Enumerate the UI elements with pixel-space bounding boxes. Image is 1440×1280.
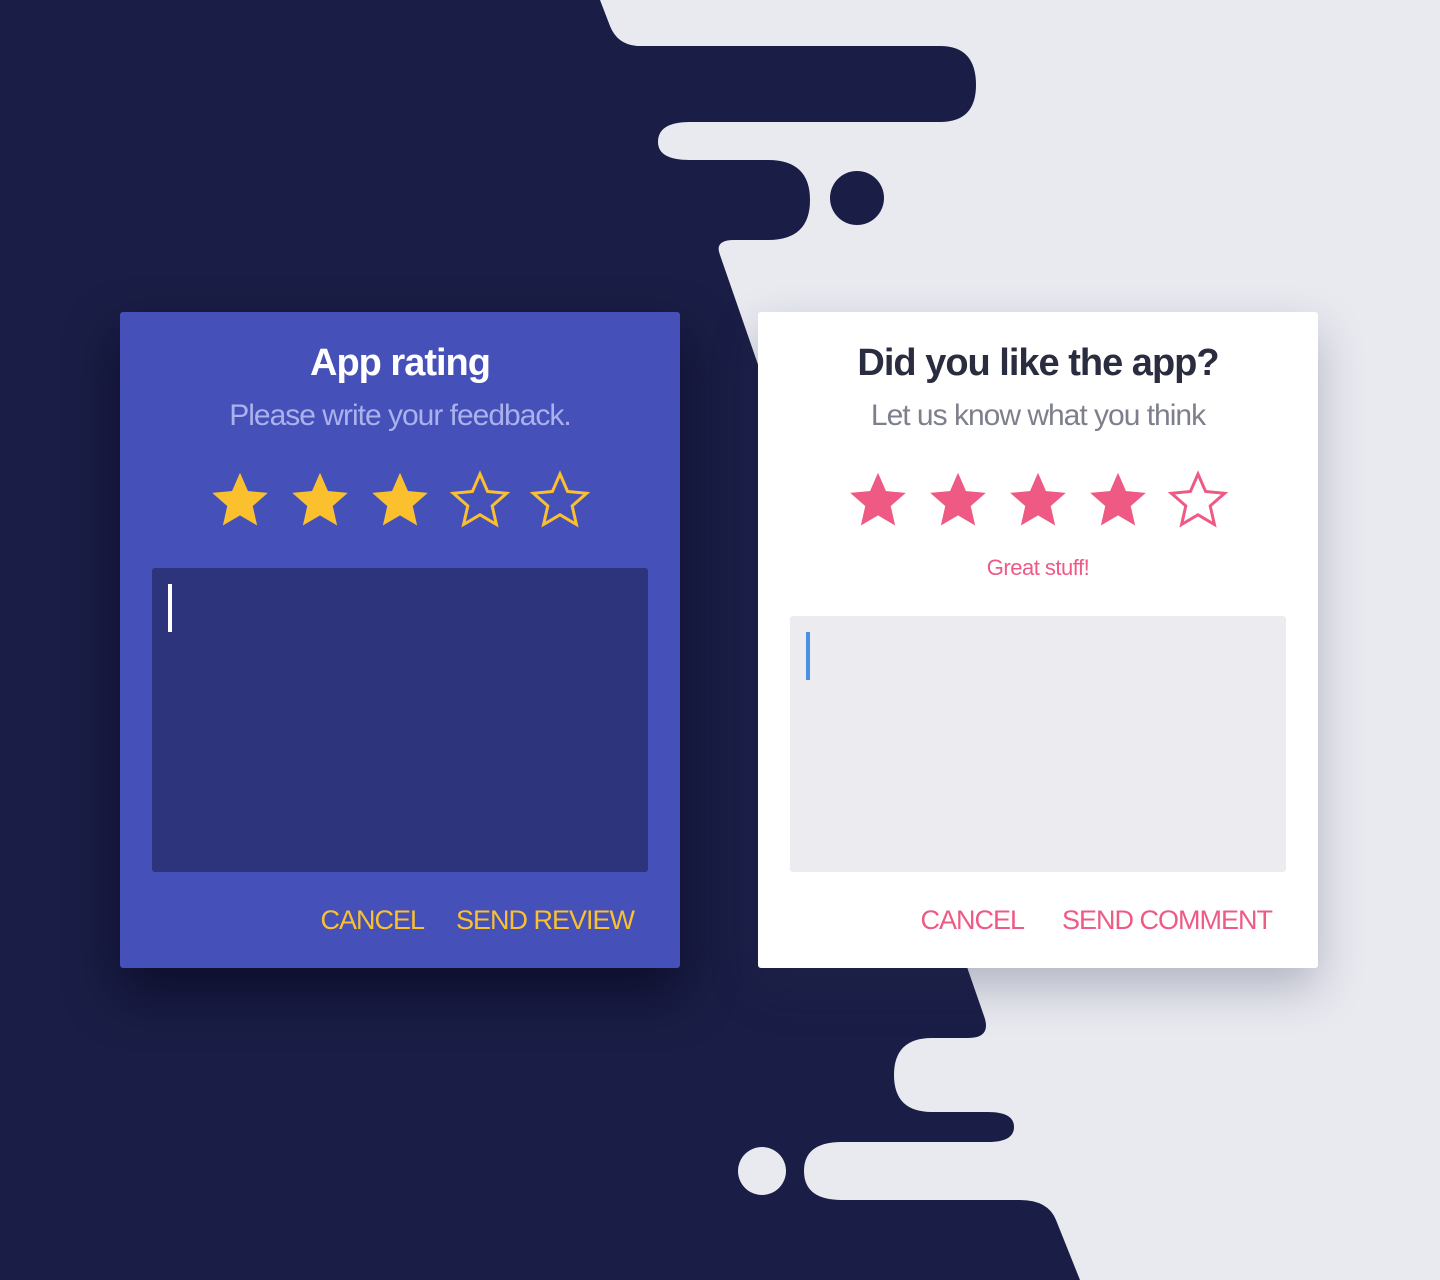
cancel-button[interactable]: CANCEL: [320, 900, 425, 940]
star-rating[interactable]: [758, 470, 1318, 534]
cancel-button[interactable]: CANCEL: [920, 900, 1025, 940]
star-filled-icon[interactable]: [290, 470, 350, 530]
star-filled-icon[interactable]: [928, 470, 988, 530]
star-filled-icon[interactable]: [1088, 470, 1148, 530]
dialog-subtitle: Let us know what you think: [870, 399, 1206, 432]
feedback-textarea[interactable]: [152, 568, 648, 872]
star-filled-icon[interactable]: [210, 470, 270, 530]
comment-textarea[interactable]: [790, 616, 1286, 872]
dialog-subtitle: Please write your feedback.: [229, 399, 572, 432]
star-filled-icon[interactable]: [1008, 470, 1068, 530]
dialog-title: App rating: [310, 342, 491, 384]
rating-caption: Great stuff!: [986, 555, 1090, 580]
send-review-button[interactable]: SEND REVIEW: [456, 900, 635, 940]
star-empty-icon[interactable]: [530, 470, 590, 530]
star-filled-icon[interactable]: [370, 470, 430, 530]
text-caret: [168, 584, 172, 632]
star-filled-icon[interactable]: [848, 470, 908, 530]
app-feedback-dialog: Did you like the app? Let us know what y…: [758, 312, 1318, 968]
star-rating[interactable]: [120, 470, 680, 534]
send-comment-button[interactable]: SEND COMMENT: [1062, 900, 1273, 940]
star-empty-icon[interactable]: [1168, 470, 1228, 530]
dialog-title: Did you like the app?: [857, 342, 1219, 384]
text-caret: [806, 632, 810, 680]
star-empty-icon[interactable]: [450, 470, 510, 530]
app-rating-dialog: App rating Please write your feedback. C…: [120, 312, 680, 968]
